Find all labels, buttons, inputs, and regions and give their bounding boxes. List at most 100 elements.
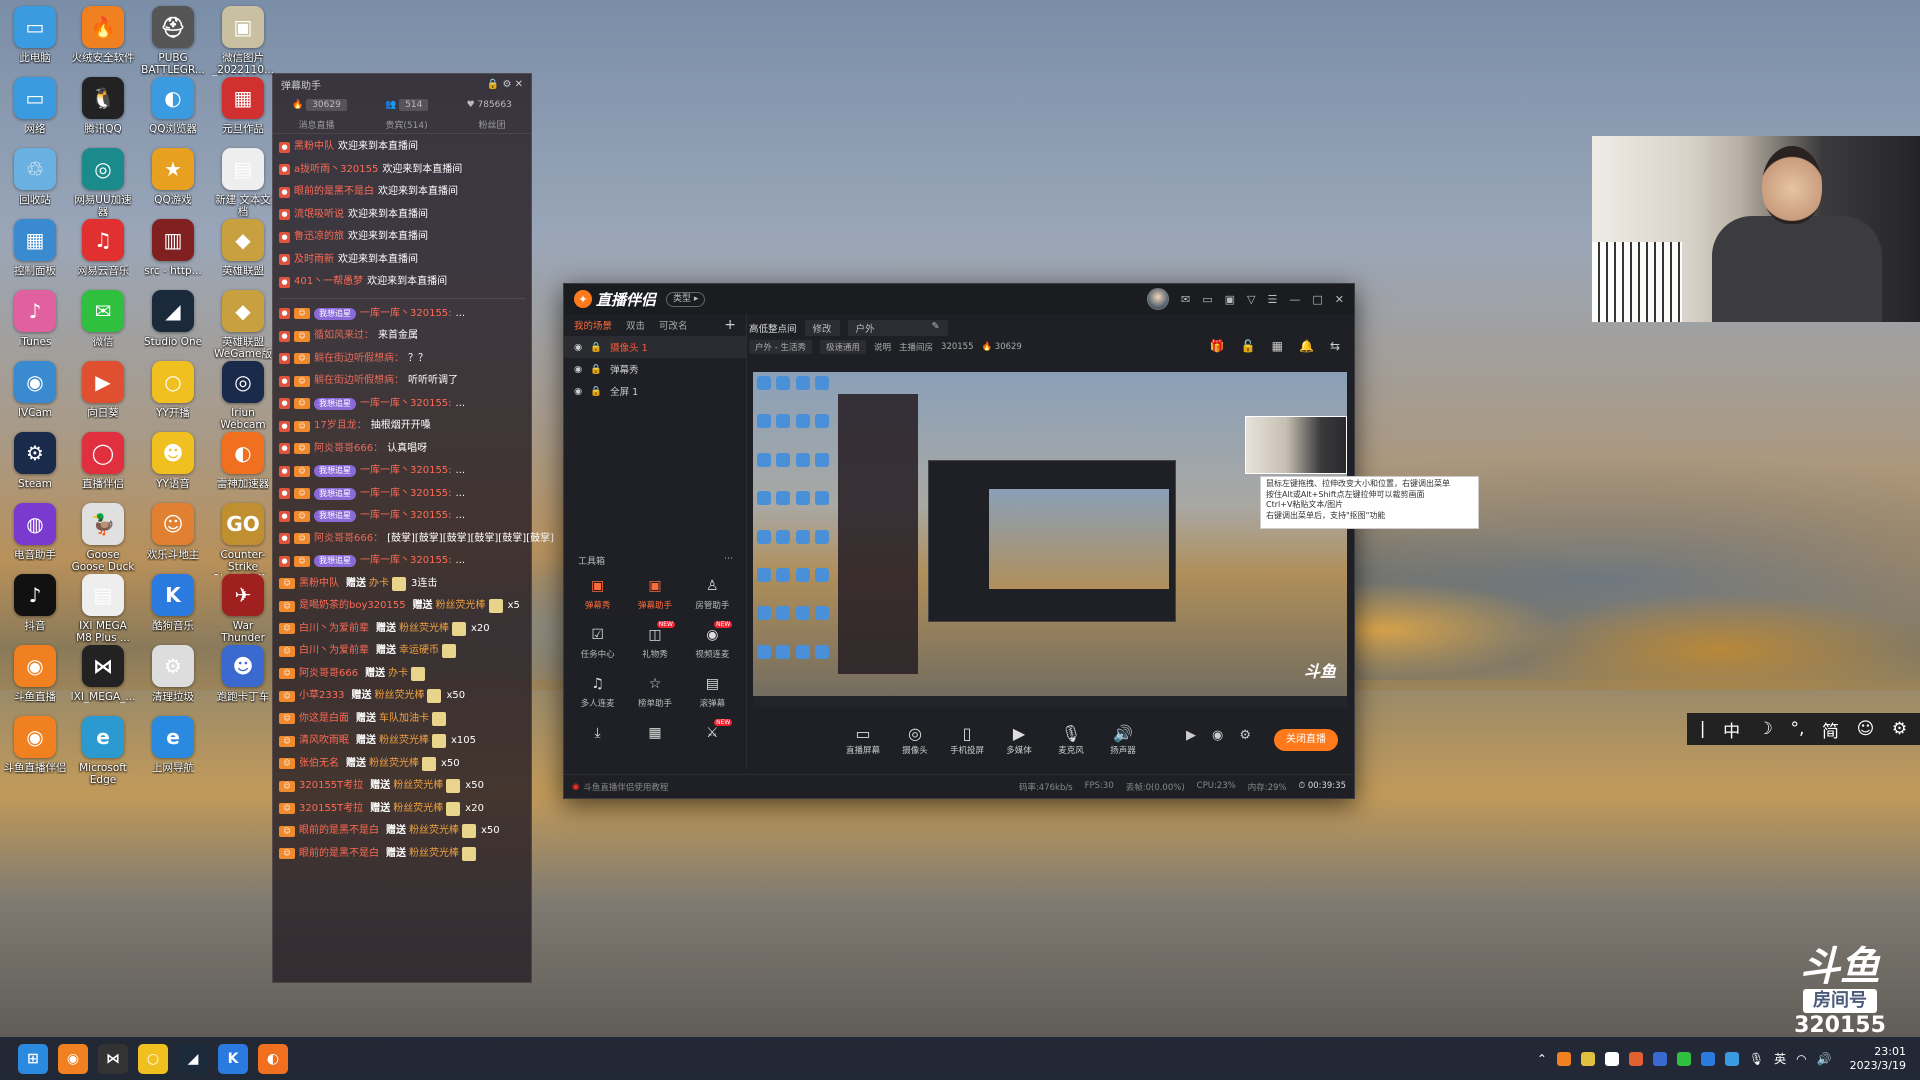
maximize-icon[interactable]: □: [1312, 293, 1322, 306]
message-user[interactable]: 及时雨新: [294, 254, 334, 266]
studio-one-taskbar-icon[interactable]: ◢: [178, 1043, 208, 1074]
message-user[interactable]: 白川丶为爱前辈: [299, 623, 369, 635]
capture-camera[interactable]: ◎ 摄像头: [896, 724, 934, 756]
edit-title-button[interactable]: 修改: [804, 320, 840, 336]
tray-folder-icon[interactable]: [1580, 1051, 1595, 1066]
volume-icon[interactable]: 🔊: [1817, 1052, 1832, 1066]
tool-scroll-danmu[interactable]: ▤ 滚弹幕: [684, 674, 741, 709]
kugou-taskbar-icon[interactable]: K: [218, 1043, 248, 1074]
ixi-taskbar-icon[interactable]: ⋈: [98, 1043, 128, 1074]
ime-item[interactable]: °,: [1791, 719, 1805, 739]
live-preview[interactable]: 斗鱼: [753, 372, 1347, 708]
message-user[interactable]: 阿炎哥哥666: [299, 668, 358, 680]
ime-item[interactable]: ⚙: [1892, 719, 1907, 739]
tab-rename[interactable]: 可改名: [659, 318, 688, 332]
capture-speaker[interactable]: 🔊 扬声器: [1104, 724, 1142, 756]
ime-item[interactable]: 简: [1822, 717, 1839, 742]
message-user[interactable]: 张伯无名: [299, 758, 339, 770]
eye-icon[interactable]: ◉: [574, 364, 582, 375]
ime-item[interactable]: |: [1700, 719, 1706, 739]
message-user[interactable]: a拢听雨丶320155: [294, 164, 378, 176]
yy-taskbar-icon[interactable]: ○: [138, 1043, 168, 1074]
tray-douyu-icon[interactable]: [1556, 1051, 1571, 1066]
message-user[interactable]: 眼前的是黑不是白: [299, 848, 379, 860]
message-user[interactable]: 黑粉中队: [299, 578, 339, 590]
tool-danmu-helper[interactable]: ▣ 弹幕助手: [626, 576, 683, 611]
message-user[interactable]: 循如风来过：: [314, 330, 374, 342]
message-user[interactable]: 鲁迅凉的旅: [294, 231, 344, 243]
source-item[interactable]: ◉ 🔒 全屏 1: [564, 380, 746, 402]
message-user[interactable]: 一库一库丶320155:: [360, 510, 452, 522]
close-icon[interactable]: ✕: [1335, 293, 1344, 306]
tool-gift-show[interactable]: ◫ NEW 礼物秀: [626, 621, 683, 660]
message-user[interactable]: 躺在街边听假想病：: [314, 353, 404, 365]
type-button[interactable]: 类型 ▸: [666, 291, 706, 307]
tool-admin-helper[interactable]: ♙ 房管助手: [684, 576, 741, 611]
tool-multi-link[interactable]: ♫ 多人连麦: [569, 674, 626, 709]
tab-double-click[interactable]: 双击: [626, 318, 645, 332]
tool-task-center[interactable]: ☑ 任务中心: [569, 625, 626, 660]
chevron-up-icon[interactable]: ⌃: [1537, 1052, 1547, 1066]
message-user[interactable]: 一库一库丶320155:: [360, 398, 452, 410]
source-item[interactable]: ◉ 🔒 摄像头 1: [564, 336, 746, 358]
tab-members[interactable]: 贵宾(514): [385, 118, 427, 131]
capture-microphone[interactable]: 🎙 麦克风: [1052, 724, 1090, 756]
capture-screen-capture[interactable]: ▭ 直播屏幕: [844, 724, 882, 756]
tool-danmu-show[interactable]: ▣ 弹幕秀: [569, 576, 626, 611]
tab-fans[interactable]: 粉丝团: [479, 118, 506, 131]
tutorial-link[interactable]: ◉ 斗鱼直播伴侣使用教程: [572, 781, 668, 793]
tool-rank-helper[interactable]: ☆ 榜单助手: [626, 674, 683, 709]
tray-mic-icon[interactable]: 🎙: [1749, 1052, 1764, 1066]
message-user[interactable]: 清风吹雨眠: [299, 735, 349, 747]
filter-icon[interactable]: ▽: [1247, 293, 1255, 306]
mail-icon[interactable]: ✉: [1181, 293, 1190, 306]
tray-wechat-icon[interactable]: [1676, 1051, 1691, 1066]
wifi-icon[interactable]: ◠: [1796, 1052, 1806, 1066]
ime-item[interactable]: 中: [1723, 717, 1740, 742]
message-user[interactable]: 一库一库丶320155:: [360, 308, 452, 320]
add-scene-icon[interactable]: +: [724, 317, 736, 333]
eye-icon[interactable]: ◉: [574, 386, 582, 397]
capture-media[interactable]: ▶ 多媒体: [1000, 724, 1038, 756]
source-item[interactable]: ◉ 🔒 弹幕秀: [564, 358, 746, 380]
message-user[interactable]: 流氓吸听说: [294, 209, 344, 221]
message-user[interactable]: 401丶一帮愚梦: [294, 276, 363, 288]
system-clock[interactable]: 23:01 2023/3/19: [1850, 1045, 1906, 1073]
desktop-icon[interactable]: ◉ 斗鱼直播伴侣: [2, 716, 68, 800]
desktop-icon[interactable]: e Microsoft Edge: [70, 716, 136, 800]
message-user[interactable]: 阿炎哥哥666：: [314, 533, 383, 545]
windows-start-icon[interactable]: ⊞: [18, 1043, 48, 1074]
tab-messages[interactable]: 消息直播: [298, 118, 334, 131]
tool-pk[interactable]: ⚔ NEW: [684, 719, 741, 746]
lock-icon[interactable]: 🔒: [590, 386, 602, 397]
bell-icon[interactable]: 🔔: [1299, 339, 1314, 353]
douyu-taskbar-icon[interactable]: ◉: [58, 1043, 88, 1074]
message-user[interactable]: 小草2333: [299, 690, 344, 702]
screen-icon[interactable]: ▣: [1225, 293, 1235, 306]
record-icon[interactable]: ▶: [1186, 728, 1196, 743]
app-titlebar[interactable]: ✦ 直播伴侣 类型 ▸ ✉ ▭ ▣ ▽ ☰ — □ ✕: [564, 284, 1354, 314]
message-user[interactable]: 320155T考拉: [299, 780, 363, 792]
input-language[interactable]: 英: [1774, 1050, 1786, 1067]
tool-video-link[interactable]: ◉ NEW 视频连麦: [684, 621, 741, 660]
lock-icon[interactable]: 🔒: [590, 364, 602, 375]
message-user[interactable]: 是喝奶茶的boy320155: [299, 600, 406, 612]
more-icon[interactable]: ⋯: [724, 554, 733, 567]
tray-kugou-icon[interactable]: [1700, 1051, 1715, 1066]
close-live-button[interactable]: 关闭直播: [1274, 729, 1338, 751]
gift-icon[interactable]: 🎁: [1210, 339, 1225, 353]
ime-item[interactable]: ☺: [1857, 719, 1875, 739]
tray-ixi-icon[interactable]: [1604, 1051, 1619, 1066]
tab-my-scenes[interactable]: 我的场景: [574, 318, 612, 332]
lock-icon[interactable]: 🔓: [1241, 339, 1256, 353]
category-select[interactable]: 户外 ✎: [847, 320, 948, 336]
ime-item[interactable]: ☽: [1758, 719, 1773, 739]
settings-icon[interactable]: ⚙: [1239, 728, 1251, 743]
lock-icon[interactable]: 🔒: [590, 342, 602, 353]
minimize-icon[interactable]: —: [1289, 293, 1300, 306]
message-user[interactable]: 阿炎哥哥666：: [314, 443, 383, 455]
desc-link[interactable]: 说明: [874, 341, 891, 353]
tray-network-app-icon[interactable]: [1724, 1051, 1739, 1066]
desktop-icon[interactable]: e 上网导航: [140, 716, 206, 800]
share-icon[interactable]: ⇆: [1330, 339, 1340, 353]
